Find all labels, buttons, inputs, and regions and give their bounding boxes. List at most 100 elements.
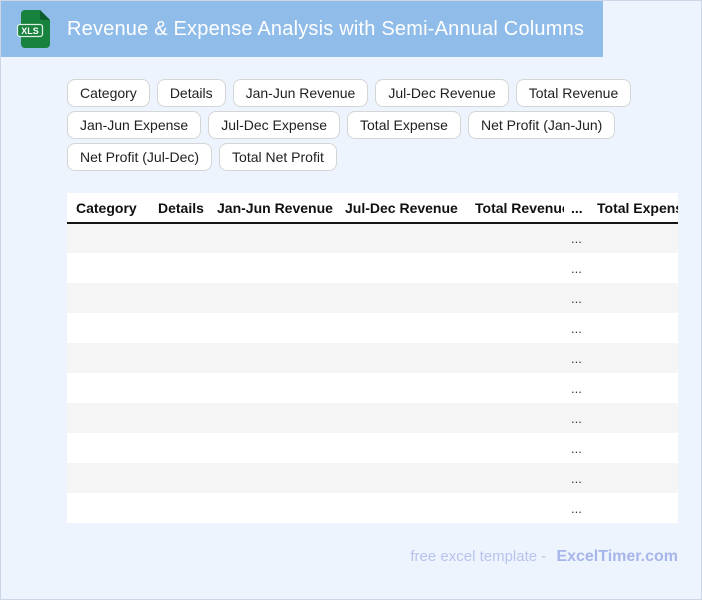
table-cell	[151, 283, 210, 313]
table-row: ...	[67, 283, 678, 313]
table-cell	[468, 493, 564, 523]
table-column-header: Total Revenue	[475, 199, 564, 216]
column-chip-jul-dec-revenue[interactable]: Jul-Dec Revenue	[375, 79, 509, 107]
table-cell: ...	[571, 350, 582, 366]
table-cell	[590, 313, 678, 343]
table-column-header: Jul-Dec Revenue	[345, 199, 458, 216]
table-cell	[210, 403, 338, 433]
table-cell	[468, 313, 564, 343]
preview-table: Category Details Jan-Jun Revenue Jul-Dec Re…	[67, 193, 678, 523]
table-cell	[151, 463, 210, 493]
table-cell	[151, 403, 210, 433]
column-chip-net-profit-jul-dec[interactable]: Net Profit (Jul-Dec)	[67, 143, 213, 171]
table-cell: ...	[571, 410, 582, 426]
table-cell	[210, 433, 338, 463]
column-chip-total-net-profit[interactable]: Total Net Profit	[219, 143, 337, 171]
table-cell: ...	[571, 440, 582, 456]
table-column-header: Category	[76, 199, 137, 216]
table-cell	[468, 463, 564, 493]
table-cell: ...	[571, 260, 582, 276]
table-cell	[590, 373, 678, 403]
table-cell	[210, 223, 338, 253]
table-cell	[338, 343, 468, 373]
table-cell	[338, 463, 468, 493]
table-cell	[151, 223, 210, 253]
column-chip-details[interactable]: Details	[156, 79, 226, 107]
footer: free excel template - ExcelTimer.com	[67, 548, 678, 566]
table-row: ...	[67, 373, 678, 403]
table-cell	[67, 283, 151, 313]
table-column-header: Total Expense	[597, 199, 678, 216]
table-cell	[67, 463, 151, 493]
table-row: ...	[67, 403, 678, 433]
table-cell	[338, 373, 468, 403]
table-row: ...	[67, 223, 678, 253]
preview-table-wrap: Category Details Jan-Jun Revenue Jul-Dec Re…	[67, 193, 678, 523]
table-cell	[590, 493, 678, 523]
table-cell	[151, 343, 210, 373]
table-cell	[210, 283, 338, 313]
table-cell	[468, 223, 564, 253]
table-cell	[338, 283, 468, 313]
table-cell: ...	[571, 290, 582, 306]
table-cell	[210, 493, 338, 523]
table-cell	[151, 253, 210, 283]
table-cell	[468, 403, 564, 433]
table-cell	[468, 343, 564, 373]
page: XLS Revenue & Expense Analysis with Semi…	[0, 0, 702, 600]
table-cell	[590, 223, 678, 253]
table-row: ...	[67, 313, 678, 343]
table-cell	[67, 253, 151, 283]
column-chip-total-revenue[interactable]: Total Revenue	[515, 79, 632, 107]
table-cell	[67, 433, 151, 463]
table-cell	[210, 463, 338, 493]
column-chip-category[interactable]: Category	[67, 79, 150, 107]
table-cell	[590, 433, 678, 463]
table-row: ...	[67, 343, 678, 373]
table-cell	[67, 313, 151, 343]
footer-text: free excel template -	[410, 548, 551, 565]
table-cell	[151, 493, 210, 523]
table-cell: ...	[571, 231, 582, 246]
table-cell	[67, 373, 151, 403]
page-title: Revenue & Expense Analysis with Semi-Ann…	[67, 17, 585, 40]
xls-file-icon: XLS	[16, 10, 50, 48]
table-row: ...	[67, 463, 678, 493]
table-cell	[210, 373, 338, 403]
column-chip-jan-jun-expense[interactable]: Jan-Jun Expense	[67, 111, 202, 139]
table-row: ...	[67, 433, 678, 463]
table-cell: ...	[571, 500, 582, 516]
table-column-header: Details	[158, 199, 204, 216]
table-cell	[590, 253, 678, 283]
column-chip-jan-jun-revenue[interactable]: Jan-Jun Revenue	[232, 79, 369, 107]
table-cell	[468, 253, 564, 283]
table-cell	[151, 433, 210, 463]
column-chip-total-expense[interactable]: Total Expense	[347, 111, 461, 139]
column-chip-list: Category Details Jan-Jun Revenue Jul-Dec Re…	[67, 79, 681, 171]
table-cell	[468, 283, 564, 313]
column-chip-net-profit-jan-jun[interactable]: Net Profit (Jan-Jun)	[467, 111, 616, 139]
table-column-header: ...	[571, 199, 583, 216]
table-cell: ...	[571, 320, 582, 336]
table-cell	[338, 253, 468, 283]
table-cell	[67, 403, 151, 433]
table-cell	[67, 493, 151, 523]
table-cell	[590, 283, 678, 313]
table-cell	[468, 373, 564, 403]
table-row: ...	[67, 253, 678, 283]
table-cell	[338, 223, 468, 253]
table-cell	[338, 403, 468, 433]
table-row: ...	[67, 493, 678, 523]
table-cell	[151, 373, 210, 403]
xls-icon-label: XLS	[21, 26, 39, 36]
header-bar: XLS Revenue & Expense Analysis with Semi…	[1, 1, 603, 57]
table-cell	[590, 403, 678, 433]
table-cell	[590, 463, 678, 493]
table-cell: ...	[571, 380, 582, 396]
table-cell	[338, 493, 468, 523]
table-cell	[67, 223, 151, 253]
table-cell: ...	[571, 470, 582, 486]
brand-link[interactable]: ExcelTimer.com	[556, 548, 678, 565]
column-chip-jul-dec-expense[interactable]: Jul-Dec Expense	[208, 111, 341, 139]
table-cell	[210, 313, 338, 343]
